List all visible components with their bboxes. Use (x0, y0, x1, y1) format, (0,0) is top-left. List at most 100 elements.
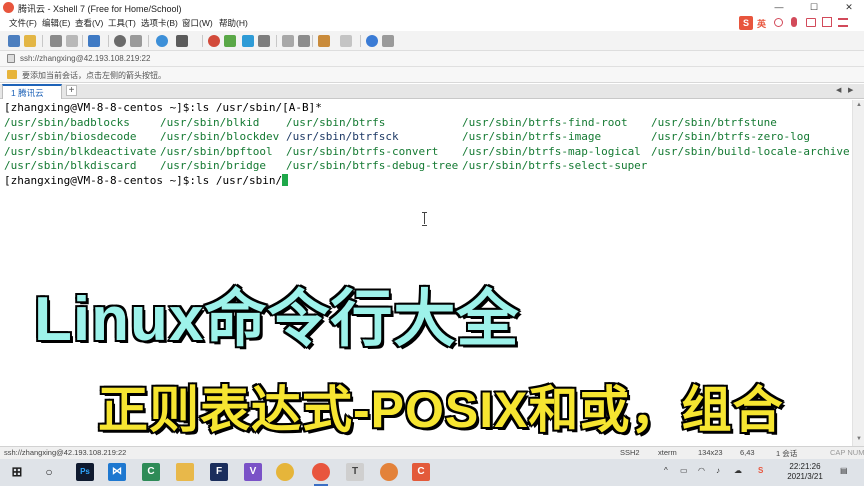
minimize-button[interactable]: — (764, 0, 794, 15)
camtasia-icon[interactable]: C (142, 463, 160, 481)
chrome-icon[interactable] (276, 463, 294, 481)
new-session-icon[interactable] (8, 35, 20, 47)
search-icon[interactable] (114, 35, 126, 47)
folder-icon[interactable] (7, 70, 17, 79)
camtasia-recorder-icon[interactable]: C (412, 463, 430, 481)
listing-row: /usr/sbin/blkdiscard /usr/sbin/bridge /u… (4, 159, 647, 246)
print-icon[interactable] (130, 35, 142, 47)
menu-file[interactable]: 文件(F) (9, 17, 37, 29)
ime-language[interactable]: 英 (757, 17, 766, 30)
tab-scroll-right-icon[interactable]: ▶ (848, 86, 853, 94)
xftp-icon[interactable] (208, 35, 220, 47)
close-button[interactable]: ✕ (834, 0, 864, 15)
disconnect-icon[interactable] (66, 35, 78, 47)
emoji-icon[interactable] (774, 18, 783, 27)
prompt-text: [zhangxing@VM-8-8-centos ~]$:ls /usr/sbi… (4, 173, 283, 187)
address-bar[interactable]: ssh://zhangxing@42.193.108.219:22 (0, 51, 864, 67)
terminal-cursor (282, 173, 289, 186)
cloud-icon[interactable]: ☁ (734, 466, 742, 475)
tab-label: 1 腾讯云 (11, 88, 44, 98)
terminal[interactable]: [zhangxing@VM-8-8-centos ~]$:ls /usr/sbi… (0, 100, 852, 446)
listing-item: /usr/sbin/btrfs-find-root (462, 115, 628, 129)
taskbar-clock[interactable]: 22:21:26 2021/3/21 (780, 462, 830, 482)
network-icon[interactable]: ▭ (680, 466, 688, 475)
lock-icon[interactable] (258, 35, 270, 47)
properties-icon[interactable] (88, 35, 100, 47)
maximize-button[interactable]: ☐ (799, 0, 829, 15)
listing-item: /usr/sbin/btrfsck (286, 130, 399, 143)
tab-scroll-left-icon[interactable]: ◀ (836, 86, 841, 94)
session-hint-bar: 要添加当前会话，点击左侧的箭头按钮。 (0, 67, 864, 83)
file-explorer-icon[interactable] (176, 463, 194, 481)
overlay-title: Linux命令行大全 (32, 284, 520, 356)
flowchart-app-icon[interactable]: F (210, 463, 228, 481)
keyboard-icon[interactable] (282, 35, 294, 47)
toolbar (0, 31, 864, 51)
listing-item: /usr/sbin/blkdeactivate (4, 144, 157, 158)
reconnect-icon[interactable] (50, 35, 62, 47)
clock-date: 2021/3/21 (787, 472, 823, 481)
menu-help[interactable]: 帮助(H) (219, 17, 248, 29)
prompt-line: [zhangxing@VM-8-8-centos ~]$:ls /usr/sbi… (4, 173, 289, 189)
toolbar-separator (42, 35, 43, 47)
tab-layout-icon[interactable] (318, 35, 330, 47)
fullscreen-icon[interactable] (340, 35, 352, 47)
address-value[interactable]: ssh://zhangxing@42.193.108.219:22 (20, 54, 150, 63)
status-protocol: SSH2 (620, 448, 640, 457)
listing-item: /usr/sbin/bridge (160, 159, 266, 172)
lock-icon (7, 54, 15, 63)
listing-item: /usr/sbin/btrfs (286, 115, 386, 129)
title-bar: 腾讯云 - Xshell 7 (Free for Home/School) — … (0, 0, 864, 15)
keyboard-icon[interactable] (806, 18, 816, 27)
windows-taskbar: ⊞ ○ Ps ⋈ C F V T C ^ ▭ ◠ ♪ ☁ S 22:21:26 … (0, 459, 864, 486)
menu-bar: 文件(F) 编辑(E) 查看(V) 工具(T) 选项卡(B) 窗口(W) 帮助(… (0, 15, 864, 31)
typora-icon[interactable]: T (346, 463, 364, 481)
skin-icon[interactable] (822, 17, 832, 27)
xshell-taskbar-icon[interactable] (312, 463, 330, 486)
terminal-scrollbar[interactable]: ▲ ▼ (852, 100, 864, 446)
ime-menu-icon[interactable] (838, 18, 848, 27)
listing-item: /usr/sbin/blkid (160, 115, 260, 129)
listing-item: /usr/sbin/btrfstune (651, 115, 777, 129)
windows-start-icon[interactable]: ⊞ (8, 463, 26, 481)
status-terminal-type: xterm (658, 448, 677, 457)
vscode-icon[interactable]: ⋈ (108, 463, 126, 481)
menu-tools[interactable]: 工具(T) (108, 17, 136, 29)
mouse-ibeam-icon (422, 212, 428, 226)
open-folder-icon[interactable] (24, 35, 36, 47)
volume-icon[interactable]: ♪ (716, 466, 720, 475)
tab-tencent-cloud[interactable]: 1 腾讯云 (2, 84, 62, 99)
microphone-icon[interactable] (791, 17, 797, 27)
transfer-icon[interactable] (242, 35, 254, 47)
scroll-down-icon[interactable]: ▼ (855, 436, 863, 442)
scroll-up-icon[interactable]: ▲ (855, 102, 863, 108)
more-icon[interactable] (382, 35, 394, 47)
toolbar-separator (108, 35, 109, 47)
wifi-icon[interactable]: ◠ (698, 466, 705, 475)
menu-view[interactable]: 查看(V) (75, 17, 103, 29)
add-tab-button[interactable]: + (66, 85, 77, 96)
search-icon[interactable]: ○ (40, 463, 58, 481)
xmanager-icon[interactable] (224, 35, 236, 47)
status-caps-num: CAP NUM (830, 448, 864, 457)
tray-chevron-icon[interactable]: ^ (664, 466, 668, 475)
compose-icon[interactable] (298, 35, 310, 47)
window-title: 腾讯云 - Xshell 7 (Free for Home/School) (18, 4, 182, 14)
listing-item: /usr/sbin/build-locale-archive (651, 144, 850, 158)
ime-logo-icon[interactable]: S (739, 16, 753, 30)
menu-tabs[interactable]: 选项卡(B) (141, 17, 178, 29)
toolbar-separator (312, 35, 313, 47)
font-icon[interactable] (176, 35, 188, 47)
listing-item: /usr/sbin/biosdecode (4, 130, 137, 143)
notification-icon[interactable]: ▤ (840, 466, 848, 475)
menu-window[interactable]: 窗口(W) (182, 17, 213, 29)
visual-studio-icon[interactable]: V (244, 463, 262, 481)
menu-edit[interactable]: 编辑(E) (42, 17, 70, 29)
recorder-icon[interactable] (380, 463, 398, 481)
listing-item: /usr/sbin/badblocks (4, 115, 130, 129)
globe-icon[interactable] (156, 35, 168, 47)
status-cursor-pos: 6,43 (740, 448, 755, 457)
ime-tray-icon[interactable]: S (758, 466, 763, 475)
help-icon[interactable] (366, 35, 378, 47)
photoshop-icon[interactable]: Ps (76, 463, 94, 481)
